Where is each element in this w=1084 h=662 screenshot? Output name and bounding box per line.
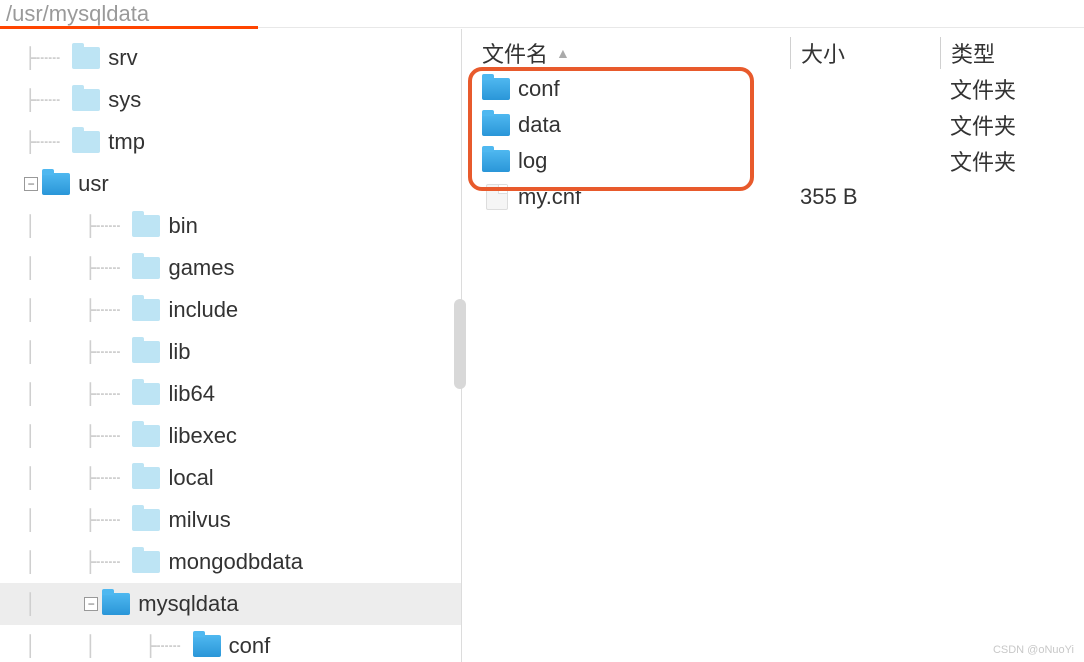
folder-icon (132, 215, 160, 237)
folder-icon (132, 341, 160, 363)
sort-asc-icon: ▲ (556, 45, 570, 61)
tree-item-label: include (168, 297, 238, 323)
tree-lines: │ ├┄┄ (0, 424, 132, 448)
collapse-icon[interactable]: − (24, 177, 38, 191)
file-name-cell: log (482, 148, 790, 174)
file-name-cell: my.cnf (482, 184, 790, 210)
tree-item-lib[interactable]: │ ├┄┄ lib (0, 331, 461, 373)
tree-item-label: bin (168, 213, 197, 239)
tree-item-label: mongodbdata (168, 549, 303, 575)
tree-item-label: mysqldata (138, 591, 238, 617)
file-name-cell: data (482, 112, 790, 138)
collapse-icon[interactable]: − (84, 597, 98, 611)
tree-item-label: milvus (168, 507, 230, 533)
tree-item-srv[interactable]: ├┄┄ srv (0, 37, 461, 79)
tree-item-label: lib (168, 339, 190, 365)
tree-item-label: usr (78, 171, 109, 197)
scrollbar[interactable] (454, 299, 466, 389)
folder-icon (193, 635, 221, 657)
tree-item-tmp[interactable]: ├┄┄ tmp (0, 121, 461, 163)
folder-icon (132, 257, 160, 279)
tree-item-usr[interactable]: − usr (0, 163, 461, 205)
file-name-cell: conf (482, 76, 790, 102)
tree-lines: ├┄┄ (0, 88, 72, 112)
file-type-cell: 文件夹 (940, 145, 1084, 177)
column-type-header[interactable]: 类型 (940, 37, 1084, 69)
file-name: my.cnf (518, 184, 581, 210)
folder-icon (482, 114, 510, 136)
tree-lines: │ ├┄┄ (0, 340, 132, 364)
watermark: CSDN @oNuoYi (993, 644, 1074, 656)
tree-lines: │ ├┄┄ (0, 214, 132, 238)
tree-item-lib64[interactable]: │ ├┄┄ lib64 (0, 373, 461, 415)
column-headers: 文件名 ▲ 大小 类型 (462, 35, 1084, 71)
tree-item-label: local (168, 465, 213, 491)
folder-icon (42, 173, 70, 195)
file-type-cell: 文件夹 (940, 73, 1084, 105)
file-row[interactable]: log 文件夹 (482, 143, 1084, 179)
folder-icon (72, 131, 100, 153)
file-row[interactable]: data 文件夹 (482, 107, 1084, 143)
tree-pane[interactable]: ├┄┄ srv ├┄┄ sys ├┄┄ tmp − usr │ ├┄┄ bin │… (0, 29, 462, 662)
tree-item-label: sys (108, 87, 141, 113)
tree-item-label: libexec (168, 423, 236, 449)
folder-icon (72, 47, 100, 69)
tree-lines: │ ├┄┄ (0, 382, 132, 406)
tree-lines: │ ├┄┄ (0, 550, 132, 574)
tree-lines: │ ├┄┄ (0, 298, 132, 322)
tree-item-include[interactable]: │ ├┄┄ include (0, 289, 461, 331)
tree-item-label: tmp (108, 129, 145, 155)
tree-lines: │ ├┄┄ (0, 256, 132, 280)
folder-tree: ├┄┄ srv ├┄┄ sys ├┄┄ tmp − usr │ ├┄┄ bin │… (0, 37, 461, 662)
tree-lines: │ │ ├┄┄ (0, 634, 193, 658)
tree-item-bin[interactable]: │ ├┄┄ bin (0, 205, 461, 247)
file-name: data (518, 112, 561, 138)
folder-icon (132, 425, 160, 447)
path-bar[interactable]: /usr/mysqldata (0, 0, 1084, 28)
tree-item-label: conf (229, 633, 271, 659)
file-row[interactable]: conf 文件夹 (482, 71, 1084, 107)
tree-lines: ├┄┄ (0, 46, 72, 70)
column-size-header[interactable]: 大小 (790, 37, 940, 69)
folder-icon (482, 150, 510, 172)
folder-icon (132, 509, 160, 531)
tree-lines: │ ├┄┄ (0, 466, 132, 490)
folder-icon (132, 467, 160, 489)
file-icon (486, 184, 508, 210)
tree-item-games[interactable]: │ ├┄┄ games (0, 247, 461, 289)
file-name: log (518, 148, 547, 174)
file-type-cell: 文件夹 (940, 109, 1084, 141)
file-list: conf 文件夹 data 文件夹 log 文件夹 my.cnf 355 B (462, 71, 1084, 215)
tree-item-label: games (168, 255, 234, 281)
tree-item-milvus[interactable]: │ ├┄┄ milvus (0, 499, 461, 541)
main-split: ├┄┄ srv ├┄┄ sys ├┄┄ tmp − usr │ ├┄┄ bin │… (0, 29, 1084, 662)
folder-icon (132, 551, 160, 573)
tree-lines: ├┄┄ (0, 130, 72, 154)
file-pane: 文件名 ▲ 大小 类型 conf 文件夹 data 文件夹 log 文件夹 my.cnf 35… (462, 29, 1084, 662)
current-path: /usr/mysqldata (6, 1, 149, 26)
folder-icon (482, 78, 510, 100)
tree-lines: │ ├┄┄ (0, 508, 132, 532)
folder-icon (102, 593, 130, 615)
column-name-header[interactable]: 文件名 ▲ (482, 37, 790, 69)
folder-icon (72, 89, 100, 111)
tree-lines (0, 172, 24, 196)
folder-icon (132, 383, 160, 405)
tree-item-mongodbdata[interactable]: │ ├┄┄ mongodbdata (0, 541, 461, 583)
tree-item-mysqldata[interactable]: │ − mysqldata (0, 583, 461, 625)
file-name: conf (518, 76, 560, 102)
tree-item-sys[interactable]: ├┄┄ sys (0, 79, 461, 121)
tree-item-label: lib64 (168, 381, 214, 407)
tree-item-libexec[interactable]: │ ├┄┄ libexec (0, 415, 461, 457)
tree-item-local[interactable]: │ ├┄┄ local (0, 457, 461, 499)
file-size-cell: 355 B (790, 184, 940, 210)
file-row[interactable]: my.cnf 355 B (482, 179, 1084, 215)
folder-icon (132, 299, 160, 321)
tree-lines: │ (0, 592, 84, 616)
tree-item-conf[interactable]: │ │ ├┄┄ conf (0, 625, 461, 662)
tree-item-label: srv (108, 45, 137, 71)
